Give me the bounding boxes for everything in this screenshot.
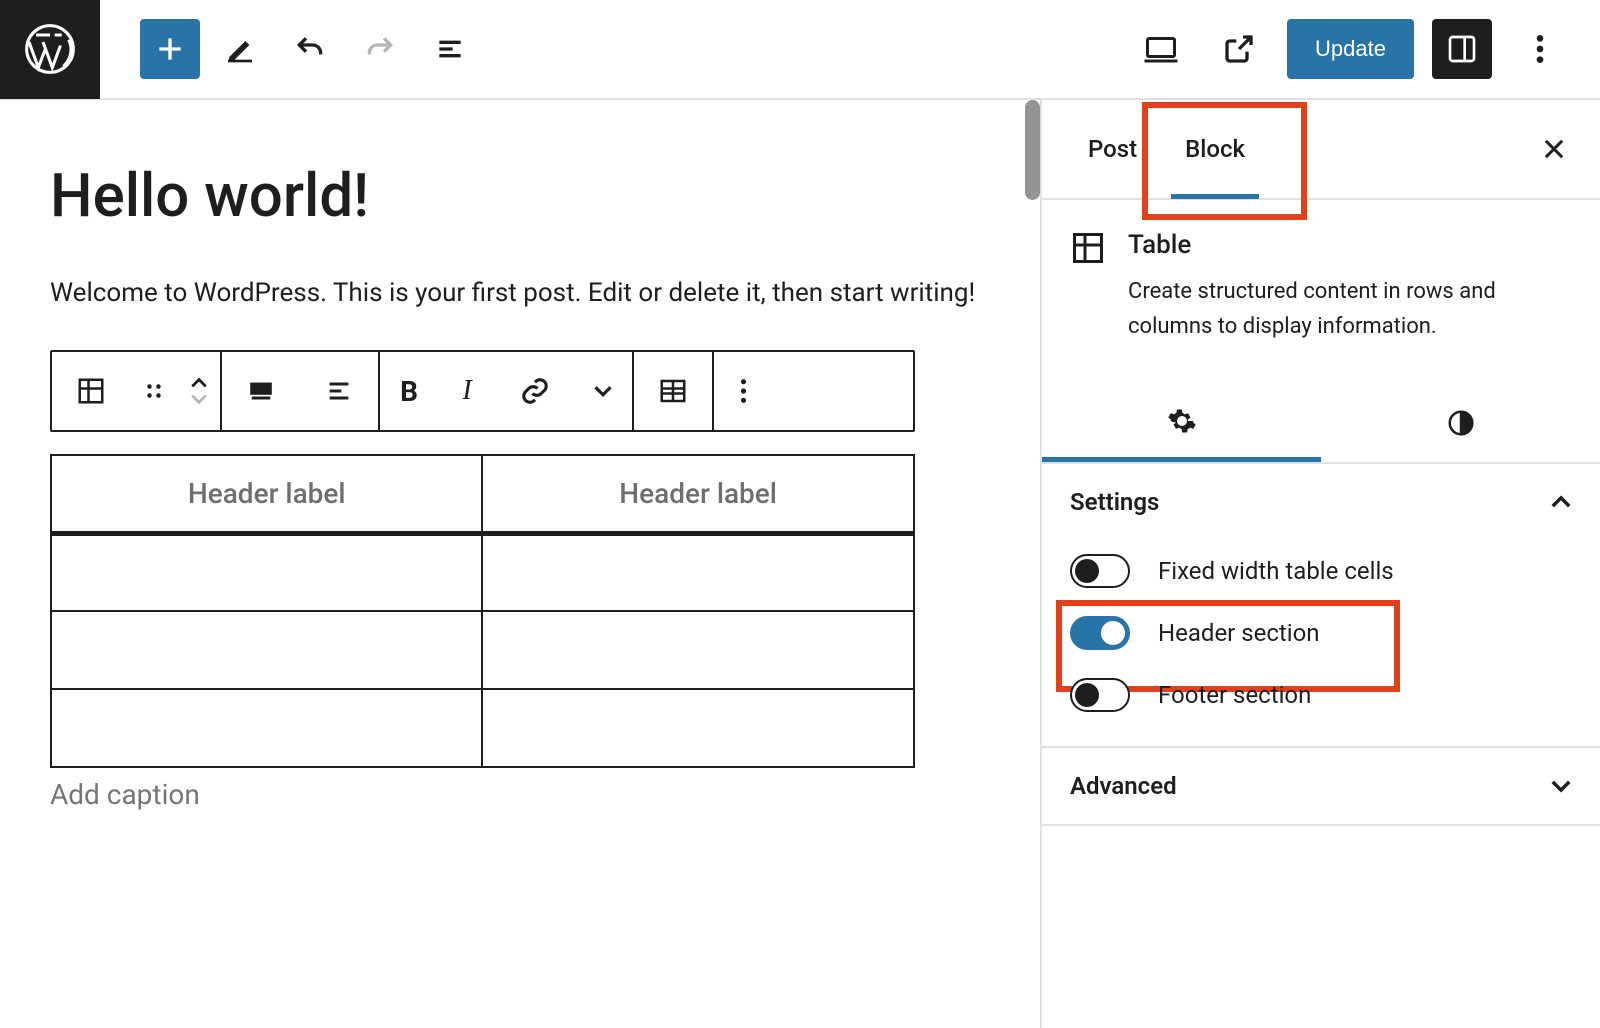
block-toolbar: B I [50,350,915,432]
table-cell[interactable] [482,689,913,767]
settings-heading: Settings [1070,488,1159,516]
undo-button[interactable] [280,19,340,79]
external-link-button[interactable] [1209,19,1269,79]
table-block[interactable]: Header label Header label [50,454,915,768]
top-toolbar: Update [0,0,1600,100]
align-icon[interactable] [222,352,300,430]
editor-canvas: Hello world! Welcome to WordPress. This … [0,100,1040,1028]
redo-button[interactable] [350,19,410,79]
more-options-button[interactable] [1510,19,1570,79]
table-cell[interactable] [482,533,913,611]
settings-panel-toggle[interactable] [1432,19,1492,79]
header-section-toggle[interactable] [1070,616,1130,650]
table-edit-icon[interactable] [634,352,712,430]
advanced-panel: Advanced [1042,748,1600,826]
table-cell[interactable] [51,533,482,611]
scrollbar[interactable] [1025,100,1040,200]
block-type-icon[interactable] [52,352,130,430]
sidebar-tabs: Post Block [1042,100,1600,200]
main-area: Hello world! Welcome to WordPress. This … [0,100,1600,1028]
document-overview-button[interactable] [420,19,480,79]
settings-panel: Settings Fixed width table cells Header … [1042,464,1600,748]
wordpress-logo[interactable] [0,0,100,99]
block-title: Table [1128,230,1572,260]
table-header-row[interactable]: Header label Header label [51,455,914,533]
more-formatting-dropdown[interactable] [574,352,632,430]
chevron-up-icon [1550,495,1572,509]
link-button[interactable] [496,352,574,430]
tab-block[interactable]: Block [1161,101,1269,197]
table-header-cell[interactable]: Header label [51,455,482,533]
table-row[interactable] [51,689,914,767]
block-info: Table Create structured content in rows … [1042,200,1600,384]
post-paragraph[interactable]: Welcome to WordPress. This is your first… [50,271,990,315]
add-block-button[interactable] [140,19,200,79]
fixed-width-toggle-row: Fixed width table cells [1070,540,1572,602]
toolbar-right-group: Update [1131,19,1600,79]
drag-handle-icon[interactable] [130,352,178,430]
update-button[interactable]: Update [1287,19,1414,79]
table-header-cell[interactable]: Header label [482,455,913,533]
italic-button[interactable]: I [438,352,496,430]
table-cell[interactable] [51,611,482,689]
chevron-down-icon [1550,779,1572,793]
header-section-label: Header section [1158,619,1320,647]
close-sidebar-button[interactable] [1530,125,1578,173]
style-tabs [1042,384,1600,464]
fixed-width-toggle[interactable] [1070,554,1130,588]
advanced-heading: Advanced [1070,772,1177,800]
table-caption-input[interactable]: Add caption [50,778,990,811]
settings-panel-body: Fixed width table cells Header section F… [1042,540,1600,746]
table-row[interactable] [51,611,914,689]
header-section-toggle-row: Header section [1070,602,1572,664]
table-row[interactable] [51,533,914,611]
footer-section-toggle-row: Footer section [1070,664,1572,726]
footer-section-label: Footer section [1158,681,1311,709]
fixed-width-label: Fixed width table cells [1158,557,1394,585]
table-cell[interactable] [482,611,913,689]
bold-button[interactable]: B [380,352,438,430]
footer-section-toggle[interactable] [1070,678,1130,712]
block-more-options[interactable] [714,352,772,430]
table-cell[interactable] [51,689,482,767]
move-up-down[interactable] [178,352,220,430]
settings-sidebar: Post Block Table Create structured conte… [1040,100,1600,1028]
styles-tab-icon[interactable] [1321,384,1600,462]
toolbar-left-group [100,19,480,79]
text-align-icon[interactable] [300,352,378,430]
advanced-panel-header[interactable]: Advanced [1042,748,1600,824]
post-title[interactable]: Hello world! [50,160,990,231]
table-icon [1070,230,1106,344]
settings-panel-header[interactable]: Settings [1042,464,1600,540]
block-description: Create structured content in rows and co… [1128,274,1572,344]
device-preview-button[interactable] [1131,19,1191,79]
tab-post[interactable]: Post [1064,101,1161,197]
settings-tab-icon[interactable] [1042,384,1321,462]
edit-icon[interactable] [210,19,270,79]
